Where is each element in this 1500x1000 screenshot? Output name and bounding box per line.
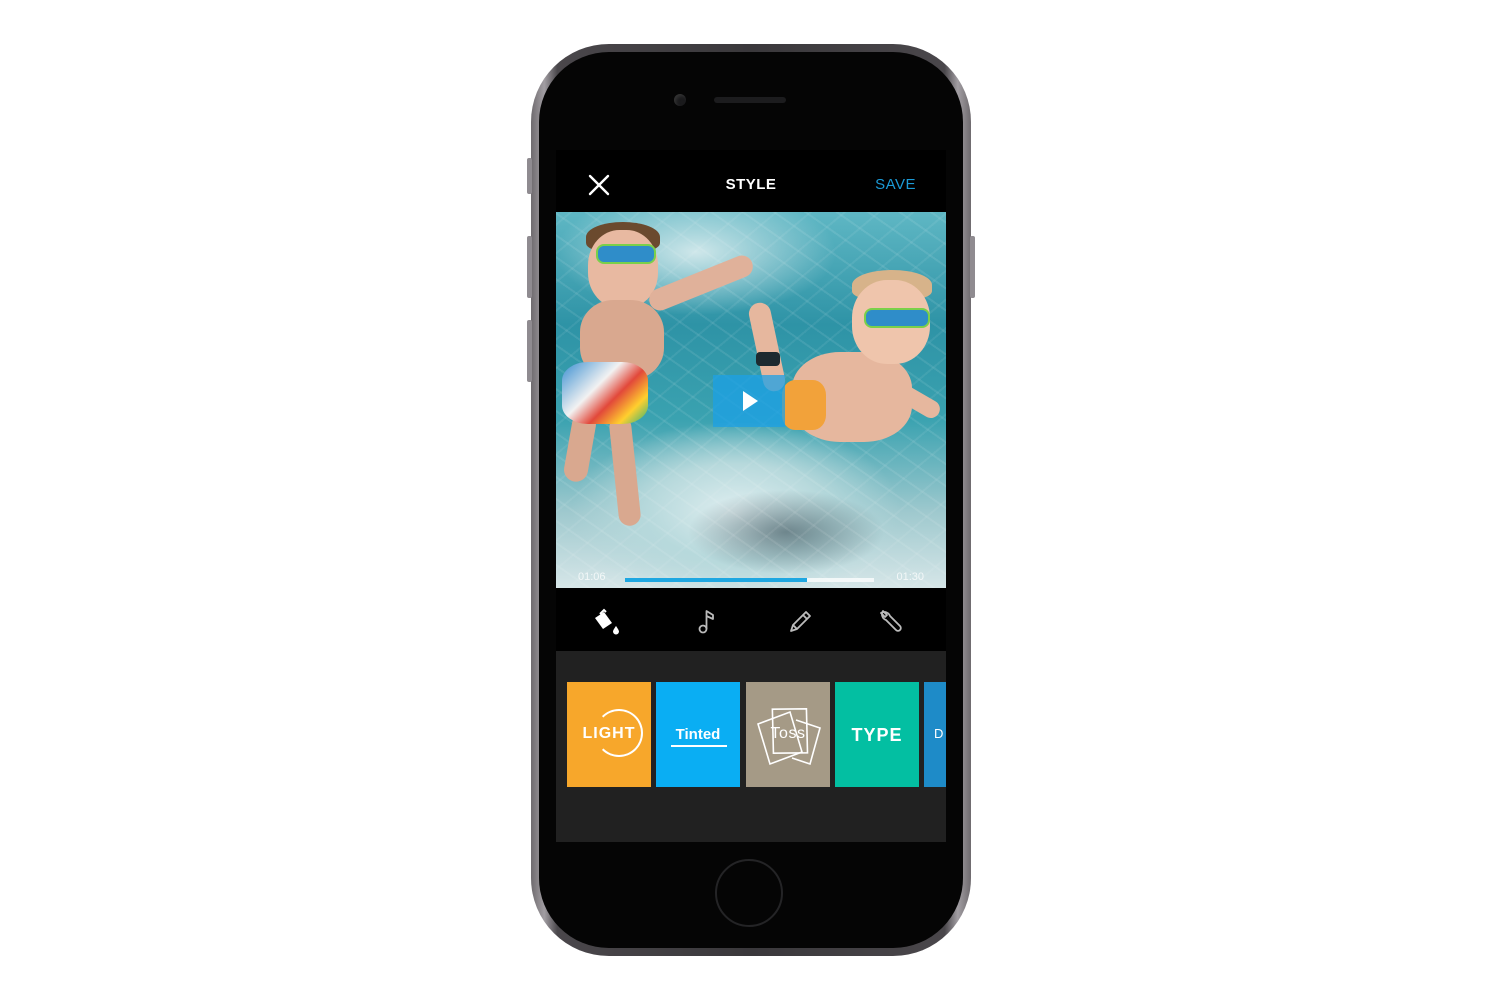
- app-screen: STYLE SAVE 01:06 01:30 LIGHT Tinted Toss…: [556, 150, 946, 842]
- style-tile-label: TYPE: [851, 725, 903, 745]
- child-2-goggles: [864, 308, 930, 328]
- tinted-underline: [671, 745, 727, 747]
- style-tile-type[interactable]: TYPE: [835, 682, 919, 787]
- edit-toolbar: [556, 588, 946, 651]
- child-2-watch: [756, 352, 780, 366]
- volume-down-button: [527, 320, 532, 382]
- play-icon: [743, 391, 758, 411]
- style-tile-label: Tinted: [675, 726, 721, 743]
- video-preview[interactable]: 01:06 01:30: [556, 212, 946, 588]
- style-tile-partial[interactable]: D: [924, 682, 946, 787]
- front-camera: [674, 94, 686, 106]
- paint-bucket-icon: [595, 608, 619, 635]
- end-time: 01:30: [896, 571, 924, 583]
- style-tile-label: LIGHT: [582, 725, 636, 742]
- volume-up-button: [527, 236, 532, 298]
- style-tile-light[interactable]: LIGHT: [567, 682, 651, 787]
- current-time: 01:06: [578, 571, 606, 583]
- style-tile-toss[interactable]: Toss: [746, 682, 830, 787]
- child-1-head: [588, 230, 658, 308]
- style-tile-label: Toss: [770, 725, 806, 742]
- pencil-icon: [790, 611, 811, 632]
- tab-music[interactable]: [693, 606, 723, 636]
- tab-style[interactable]: [591, 606, 621, 636]
- progress-scrubber[interactable]: [625, 578, 874, 582]
- mute-switch: [527, 158, 532, 194]
- home-button[interactable]: [715, 859, 783, 927]
- child-1-swim-shorts: [562, 362, 648, 424]
- top-bar: STYLE SAVE: [556, 150, 946, 212]
- style-tile-label: D: [934, 726, 944, 741]
- tab-edit[interactable]: [785, 606, 815, 636]
- play-button[interactable]: [713, 375, 785, 427]
- progress-fill: [625, 578, 807, 582]
- child-2-swim-shorts: [782, 380, 826, 430]
- wrench-icon: [880, 610, 902, 632]
- style-picker: LIGHT Tinted Toss TYPE D: [556, 651, 946, 842]
- earpiece-speaker: [714, 97, 786, 103]
- style-tile-tinted[interactable]: Tinted: [656, 682, 740, 787]
- power-button: [970, 236, 975, 298]
- music-note-icon: [698, 610, 714, 634]
- child-1-goggles: [596, 244, 656, 264]
- save-button[interactable]: SAVE: [875, 176, 916, 193]
- tab-settings[interactable]: [876, 606, 906, 636]
